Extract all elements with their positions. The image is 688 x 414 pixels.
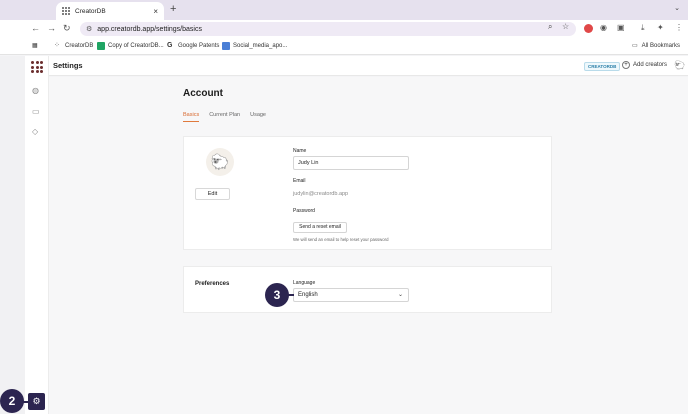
extensions-puzzle-icon[interactable]: ▣	[617, 23, 625, 32]
tab-usage[interactable]: Usage	[250, 112, 266, 122]
settings-gear-icon[interactable]: ⚙	[28, 393, 45, 410]
name-field[interactable]: Judy Lin	[293, 156, 409, 170]
profile-avatar-icon[interactable]: ✦	[657, 23, 664, 32]
account-card: 🐑 Edit Name Judy Lin Email judylin@creat…	[183, 136, 552, 250]
chevron-down-icon: ⌄	[397, 292, 403, 298]
new-tab-button[interactable]: +	[170, 3, 176, 15]
download-icon[interactable]: ⤓	[641, 23, 645, 33]
email-label: Email	[293, 178, 306, 184]
address-bar[interactable]: ⚙ app.creatordb.app/settings/basics	[80, 22, 576, 36]
tab-search-chevron-icon[interactable]: ⌄	[674, 4, 680, 12]
browser-tab-bar: CreatorDB × + ⌄	[0, 0, 688, 20]
bookmark-star-icon[interactable]: ☆	[562, 22, 569, 31]
step-marker-2: 2	[0, 389, 24, 413]
step-marker-3: 3	[265, 283, 289, 307]
profile-avatar: 🐑	[206, 148, 234, 176]
bookmark-item-copy-of-creatordb[interactable]: Copy of CreatorDB...	[97, 42, 164, 50]
tab-current-plan[interactable]: Current Plan	[209, 112, 240, 122]
bookmark-label: Google Patents	[178, 43, 220, 49]
globe-icon[interactable]: ◍	[32, 86, 39, 95]
url-text: app.creatordb.app/settings/basics	[97, 25, 202, 33]
settings-tabs: Basics Current Plan Usage	[183, 112, 266, 122]
bookmark-item-creatordb[interactable]: ⁘ CreatorDB	[54, 42, 93, 50]
apps-grid-icon[interactable]: ▦	[32, 42, 38, 49]
user-avatar-icon[interactable]: 🐑	[674, 60, 685, 71]
reload-button[interactable]: ↻	[63, 23, 71, 34]
bookmark-label: Copy of CreatorDB...	[108, 43, 164, 49]
app-header: Settings CREATORDB + Add creators 🐑	[49, 56, 688, 76]
reset-help-text: We will send an email to help reset your…	[293, 237, 389, 242]
back-button[interactable]: ←	[31, 23, 40, 33]
app-sidebar: ◍ ▭ ◇	[25, 56, 49, 414]
site-info-icon[interactable]: ⚙	[86, 25, 92, 33]
left-gutter	[0, 56, 25, 414]
main-content: Account Basics Current Plan Usage 🐑 Edit…	[49, 77, 688, 414]
zoom-search-icon[interactable]: ⌕	[548, 22, 552, 32]
bookmarks-bar: ▦ ⁘ CreatorDB Copy of CreatorDB... G Goo…	[0, 38, 688, 55]
forward-button[interactable]: →	[47, 23, 56, 33]
google-g-icon: G	[167, 42, 173, 49]
extension-red-icon[interactable]	[584, 24, 593, 33]
email-value: judylin@creatordb.app	[293, 191, 349, 197]
creatordb-logo-icon[interactable]	[31, 61, 43, 73]
send-reset-email-button[interactable]: Send a reset email	[293, 222, 347, 233]
preferences-card: Preferences Language English ⌄	[183, 266, 552, 313]
diamond-icon[interactable]: ◇	[32, 127, 38, 136]
bookmark-item-social-media[interactable]: Social_media_apo...	[222, 42, 287, 50]
password-label: Password	[293, 208, 315, 214]
tab-basics[interactable]: Basics	[183, 112, 200, 122]
page-header-title: Settings	[53, 61, 83, 70]
all-bookmarks-button[interactable]: ▭ All Bookmarks	[631, 42, 680, 50]
preferences-title: Preferences	[195, 281, 230, 287]
brand-badge: CREATORDB	[584, 62, 621, 71]
page-title: Account	[183, 88, 223, 99]
creatordb-favicon-icon	[62, 7, 70, 15]
browser-toolbar: ← → ↻ ⚙ app.creatordb.app/settings/basic…	[0, 20, 688, 38]
all-bookmarks-label: All Bookmarks	[641, 42, 680, 49]
name-label: Name	[293, 148, 307, 154]
add-creators-button[interactable]: + Add creators	[622, 61, 667, 69]
bookmark-label: CreatorDB	[65, 43, 94, 49]
folder-icon[interactable]: ▭	[32, 107, 40, 116]
folder-icon: ▭	[631, 43, 638, 49]
doc-icon	[222, 42, 230, 50]
plus-circle-icon: +	[622, 61, 630, 69]
bookmark-item-google-patents[interactable]: G Google Patents	[167, 42, 219, 50]
language-value: English	[298, 292, 318, 298]
step-marker-connector	[288, 294, 294, 296]
extension-icon[interactable]: ◉	[600, 23, 607, 32]
add-creators-label: Add creators	[633, 62, 668, 68]
browser-menu-icon[interactable]: ⋮	[675, 23, 683, 32]
tab-close-icon[interactable]: ×	[153, 7, 158, 16]
language-select[interactable]: English ⌄	[293, 288, 409, 302]
sheets-plus-icon	[97, 42, 105, 50]
bookmark-label: Social_media_apo...	[233, 43, 288, 49]
language-label: Language	[293, 280, 316, 286]
edit-avatar-button[interactable]: Edit	[195, 188, 230, 200]
creatordb-grid-icon: ⁘	[54, 42, 60, 49]
tab-title: CreatorDB	[75, 7, 106, 15]
browser-tab[interactable]: CreatorDB ×	[56, 2, 164, 20]
